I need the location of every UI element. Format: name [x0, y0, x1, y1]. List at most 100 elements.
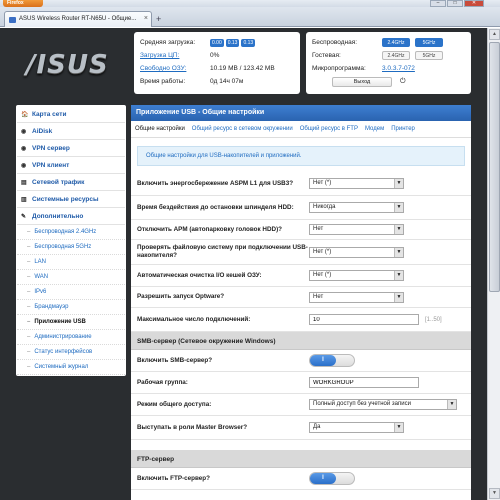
window-titlebar: Firefox – □ ✕: [0, 0, 500, 7]
favicon-icon: [9, 17, 16, 23]
sidebar-item-aidisk[interactable]: ◉ AiDisk: [17, 123, 125, 140]
close-tab-icon[interactable]: ×: [144, 15, 148, 22]
sidebar-item-traffic[interactable]: ▤ Сетевой трафик: [17, 174, 125, 191]
wireless-2g-button[interactable]: 2.4GHz: [382, 38, 410, 47]
wireless-5g-button[interactable]: 5GHz: [415, 38, 443, 47]
uptime-value: 0д 14ч 07м: [210, 78, 244, 85]
browser-tab[interactable]: ASUS Wireless Router RT-N65U - Общие... …: [4, 11, 152, 27]
minimize-button[interactable]: –: [430, 0, 446, 7]
sidebar-item-vpn-client[interactable]: ◉ VPN клиент: [17, 157, 125, 174]
ftp-section-header: FTP-сервер: [131, 450, 471, 468]
wrench-icon: ✎: [21, 213, 27, 220]
maximize-button[interactable]: □: [447, 0, 463, 7]
cache-select[interactable]: Нет (*) ▼: [309, 270, 404, 281]
load-value-1: 0.00: [210, 38, 224, 47]
sidebar-sub-admin[interactable]: – Администрирование: [17, 330, 125, 345]
ram-value: 10.19 MB / 123.42 MB: [210, 65, 275, 72]
maxconn-label: Максимальное число подключений:: [137, 315, 251, 323]
smb-enable-label: Включить SMB-сервер?: [137, 356, 213, 364]
workgroup-input[interactable]: [309, 377, 419, 388]
workgroup-label: Рабочая группа:: [137, 378, 188, 386]
page-title: Приложение USB - Общие настройки: [131, 105, 471, 121]
firefox-menu-button[interactable]: Firefox: [3, 0, 43, 7]
form-row-optware: Разрешить запуск Optware? Нет ▼: [131, 287, 471, 308]
ftp-enable-toggle[interactable]: I: [309, 472, 355, 485]
access-mode-label: Режим общего доступа:: [137, 400, 212, 408]
asus-logo: /ISUS: [26, 50, 109, 80]
apm-label: Отключить APM (автопарковку головок HDD)…: [137, 225, 283, 233]
sidebar-item-advanced[interactable]: ✎ Дополнительно: [17, 208, 125, 225]
main-content: Приложение USB - Общие настройки Общие н…: [131, 105, 471, 500]
form-row-ftp-enable: Включить FTP-сервер? I: [131, 468, 471, 490]
tab-ftp-share[interactable]: Общий ресурс в FTP: [300, 126, 358, 132]
apm-select[interactable]: Нет ▼: [309, 224, 404, 235]
smb-enable-toggle[interactable]: I: [309, 354, 355, 367]
firmware-label: Микропрограмма:: [312, 65, 366, 72]
sidebar-sub-lan[interactable]: – LAN: [17, 255, 125, 270]
tab-general[interactable]: Общие настройки: [135, 126, 185, 132]
sidebar-sub-iface-status[interactable]: – Статус интерфейсов: [17, 345, 125, 360]
vpn-icon: ◉: [21, 145, 27, 152]
ram-link[interactable]: Свободно ОЗУ:: [140, 65, 210, 72]
exit-button[interactable]: Выход: [332, 76, 392, 87]
form-row-aspm: Включить энергосбережение ASPM L1 для US…: [131, 172, 471, 196]
sidebar-sub-usb-app[interactable]: – Приложение USB: [17, 315, 125, 330]
sidebar-sub-wireless-24[interactable]: – Беспроводная 2.4GHz: [17, 225, 125, 240]
sidebar-sub-syslog[interactable]: – Системный журнал: [17, 360, 125, 375]
tab-modem[interactable]: Модем: [365, 126, 384, 132]
page-scrollbar[interactable]: ▲ ▼: [487, 28, 500, 500]
chevron-down-icon: ▼: [394, 225, 403, 234]
cpu-usage-value: 0%: [210, 52, 220, 59]
optware-label: Разрешить запуск Optware?: [137, 293, 225, 300]
wireless-status-panel: Беспроводная: 2.4GHz 5GHz Гостевая: 2.4G…: [306, 32, 471, 94]
sidebar-sub-ipv6[interactable]: – IPv6: [17, 285, 125, 300]
load-value-2: 0.13: [225, 38, 240, 47]
scroll-up-arrow-icon[interactable]: ▲: [489, 29, 500, 40]
sidebar-item-network-map[interactable]: 🏠 Карта сети: [17, 106, 125, 123]
scroll-thumb[interactable]: [489, 42, 500, 292]
form-row-cache: Автоматическая очистка I/O кешей ОЗУ: Не…: [131, 265, 471, 287]
cache-label: Автоматическая очистка I/O кешей ОЗУ:: [137, 271, 262, 279]
form-row-master-browser: Выступать в роли Master Browser? Да ▼: [131, 416, 471, 440]
guest-2g-button[interactable]: 2.4GHz: [382, 51, 410, 60]
maxconn-input[interactable]: [309, 314, 419, 325]
form-row-spindown: Время бездействия до остановки шпинделя …: [131, 196, 471, 220]
new-tab-button[interactable]: +: [156, 14, 161, 24]
form-row-smb-enable: Включить SMB-сервер? I: [131, 350, 471, 372]
resources-icon: ▥: [21, 196, 27, 203]
smb-section-header: SMB-сервер (Сетевое окружение Windows): [131, 332, 471, 350]
sidebar-sub-wireless-5[interactable]: – Беспроводная 5GHz: [17, 240, 125, 255]
cpu-usage-link[interactable]: Загрузка ЦП:: [140, 52, 210, 59]
firmware-link[interactable]: 3.0.3.7-072: [382, 65, 415, 72]
fscheck-select[interactable]: Нет (*) ▼: [309, 246, 404, 258]
sidebar-sub-wan[interactable]: – WAN: [17, 270, 125, 285]
form-row-maxconn: Максимальное число подключений: [1..50]: [131, 308, 471, 332]
form-row-workgroup: Рабочая группа:: [131, 372, 471, 394]
power-icon[interactable]: ⏻: [400, 78, 406, 86]
aspm-select[interactable]: Нет (*) ▼: [309, 178, 404, 189]
traffic-icon: ▤: [21, 179, 27, 186]
master-browser-select[interactable]: Да ▼: [309, 422, 404, 433]
chevron-down-icon: ▼: [394, 179, 403, 188]
spindown-select[interactable]: Никогда ▼: [309, 202, 404, 213]
close-window-button[interactable]: ✕: [464, 0, 484, 7]
maxconn-hint: [1..50]: [425, 316, 442, 323]
sidebar-item-resources[interactable]: ▥ Системные ресурсы: [17, 191, 125, 208]
disk-icon: ◉: [21, 128, 27, 135]
tab-printer[interactable]: Принтер: [391, 126, 415, 132]
access-mode-select[interactable]: Полный доступ без учетной записи ▼: [309, 399, 457, 410]
sidebar-sub-firewall[interactable]: – Брандмауэр: [17, 300, 125, 315]
form-row-access-mode: Режим общего доступа: Полный доступ без …: [131, 394, 471, 416]
home-icon: 🏠: [21, 111, 29, 118]
chevron-down-icon: ▼: [447, 400, 456, 409]
optware-select[interactable]: Нет ▼: [309, 291, 404, 303]
scroll-down-arrow-icon[interactable]: ▼: [489, 488, 500, 499]
load-value-3: 0.13: [241, 38, 256, 47]
tab-network-share[interactable]: Общий ресурс в сетевом окружении: [192, 126, 293, 132]
chevron-down-icon: ▼: [394, 203, 403, 212]
system-status-panel: Средняя загрузка: 0.00 0.13 0.13 Загрузк…: [134, 32, 300, 94]
sidebar-item-vpn-server[interactable]: ◉ VPN сервер: [17, 140, 125, 157]
form-row-apm: Отключить APM (автопарковку головок HDD)…: [131, 220, 471, 240]
guest-5g-button[interactable]: 5GHz: [415, 51, 443, 60]
cpu-load-label: Средняя загрузка:: [140, 39, 196, 46]
